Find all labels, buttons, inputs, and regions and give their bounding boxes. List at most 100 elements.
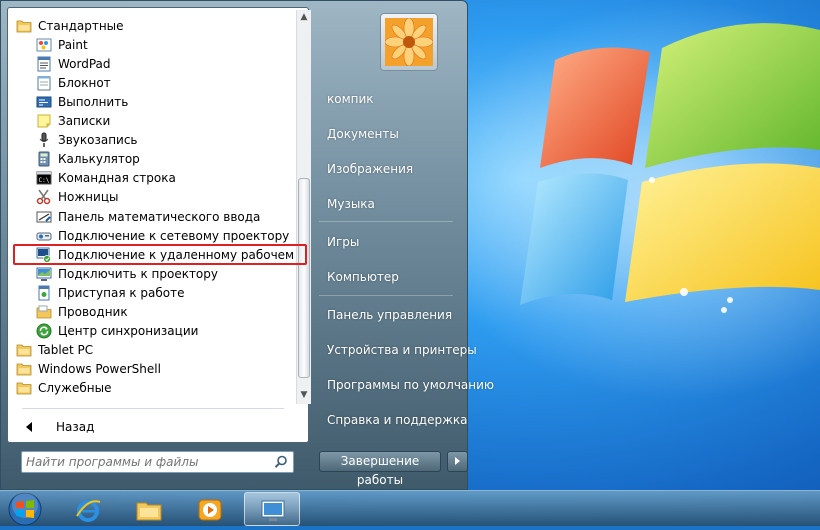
- program-item[interactable]: Панель математического ввода: [12, 208, 294, 227]
- right-panel-item[interactable]: Компьютер: [327, 270, 399, 284]
- run-icon: [36, 94, 52, 110]
- sync-center-icon: [36, 323, 52, 339]
- program-item-label: Подключение к сетевому проектору: [58, 228, 290, 243]
- scroll-down-arrow-icon[interactable]: ▼: [299, 390, 309, 400]
- program-item[interactable]: WordPad: [12, 55, 294, 74]
- right-panel-separator: [319, 221, 453, 222]
- taskbar-explorer[interactable]: [121, 492, 177, 526]
- shutdown-button[interactable]: Завершение работы: [319, 451, 441, 487]
- program-item-label: Windows PowerShell: [38, 361, 161, 376]
- program-item-label: Звукозапись: [58, 133, 138, 148]
- chevron-right-icon: [455, 457, 460, 465]
- program-item-label: Служебные: [38, 380, 112, 395]
- explorer-icon: [36, 304, 52, 320]
- program-item[interactable]: Блокнот: [12, 74, 294, 93]
- windows-logo-icon: [8, 492, 42, 526]
- back-label: Назад: [56, 420, 95, 434]
- program-item[interactable]: Ножницы: [12, 188, 294, 207]
- folder-icon: [16, 361, 32, 377]
- right-panel-item[interactable]: Документы: [327, 127, 399, 141]
- program-item-label: Командная строка: [58, 171, 176, 186]
- program-item-label: Записки: [58, 114, 111, 129]
- program-item[interactable]: Служебные: [12, 379, 294, 398]
- right-panel-item[interactable]: Программы по умолчанию: [327, 378, 494, 392]
- search-box[interactable]: [21, 451, 294, 473]
- program-item-label: Выполнить: [58, 95, 129, 110]
- search-icon[interactable]: [274, 455, 288, 469]
- folder-icon: [16, 342, 32, 358]
- program-item-label: Проводник: [58, 304, 128, 319]
- back-button[interactable]: Назад: [18, 416, 218, 438]
- program-item[interactable]: Tablet PC: [12, 341, 294, 360]
- program-item[interactable]: Выполнить: [12, 93, 294, 112]
- taskbar-remote-desktop[interactable]: [244, 492, 300, 526]
- right-panel-item[interactable]: Панель управления: [327, 308, 452, 322]
- taskbar: [0, 490, 820, 526]
- program-item-label: Подключить к проектору: [58, 266, 218, 281]
- right-panel-item[interactable]: Игры: [327, 235, 359, 249]
- network-projector-icon: [36, 228, 52, 244]
- taskbar-internet-explorer[interactable]: [60, 492, 116, 526]
- sticky-notes-icon: [36, 113, 52, 129]
- getting-started-icon: [36, 285, 52, 301]
- scissors-icon: [36, 189, 52, 205]
- program-item[interactable]: Подключение к сетевому проектору: [12, 227, 294, 246]
- user-name-link[interactable]: компик: [327, 92, 374, 106]
- taskbar-media-player[interactable]: [182, 492, 238, 526]
- projector-icon: [36, 266, 52, 282]
- wordpad-icon: [36, 56, 52, 72]
- program-item[interactable]: C:\ Командная строка: [12, 169, 294, 188]
- paint-icon: [36, 37, 52, 53]
- scrollbar[interactable]: ▲ ▼: [296, 10, 311, 404]
- program-item[interactable]: Приступая к работе: [12, 284, 294, 303]
- math-input-icon: [36, 209, 52, 225]
- program-item-label: Paint: [58, 38, 88, 53]
- scrollbar-thumb[interactable]: [298, 178, 310, 378]
- program-item[interactable]: Записки: [12, 112, 294, 131]
- program-item[interactable]: Звукозапись: [12, 131, 294, 150]
- separator: [22, 408, 284, 409]
- program-item-label: Калькулятор: [58, 152, 140, 167]
- program-item-label: WordPad: [58, 57, 111, 72]
- program-item[interactable]: Стандартные: [12, 17, 294, 36]
- programs-list: Стандартные Paint WordPad Блокнот Выполнить З…: [8, 8, 294, 404]
- flower-avatar-icon: [385, 18, 433, 66]
- microphone-icon: [36, 132, 52, 148]
- right-panel-item[interactable]: Устройства и принтеры: [327, 343, 477, 357]
- program-item[interactable]: Подключить к проектору: [12, 265, 294, 284]
- command-prompt-icon: C:\: [36, 170, 52, 186]
- start-menu: Стандартные Paint WordPad Блокнот Выполнить З…: [0, 0, 494, 490]
- back-arrow-icon: [26, 422, 32, 432]
- program-item-label: Стандартные: [38, 19, 124, 33]
- program-item[interactable]: Paint: [12, 36, 294, 55]
- shutdown-options-button[interactable]: [447, 451, 468, 472]
- search-input[interactable]: [26, 454, 266, 470]
- folder-icon: [16, 380, 32, 396]
- right-panel-item[interactable]: Музыка: [327, 197, 375, 211]
- right-panel-separator: [319, 295, 453, 296]
- program-item[interactable]: Windows PowerShell: [12, 360, 294, 379]
- program-item-label: Панель математического ввода: [58, 209, 261, 224]
- program-item-label: Центр синхронизации: [58, 323, 199, 338]
- program-item[interactable]: Центр синхронизации: [12, 322, 294, 341]
- programs-panel: Стандартные Paint WordPad Блокнот Выполнить З…: [7, 7, 311, 443]
- right-panel-item[interactable]: Изображения: [327, 162, 413, 176]
- start-button[interactable]: [4, 491, 46, 527]
- program-item-label: Блокнот: [58, 76, 111, 91]
- program-item[interactable]: Проводник: [12, 303, 294, 322]
- program-item[interactable]: Калькулятор: [12, 150, 294, 169]
- program-item-label: Ножницы: [58, 190, 119, 205]
- program-item-label: Tablet PC: [38, 342, 94, 357]
- internet-explorer-icon: [76, 500, 101, 522]
- folder-icon: [136, 502, 162, 521]
- calculator-icon: [36, 151, 52, 167]
- media-player-icon: [198, 499, 222, 521]
- remote-desktop-icon: [261, 500, 285, 521]
- program-item-label: Приступая к работе: [58, 285, 185, 300]
- scroll-up-arrow-icon[interactable]: ▲: [299, 12, 309, 22]
- notepad-icon: [36, 75, 52, 91]
- user-picture[interactable]: [380, 13, 438, 71]
- right-panel-item[interactable]: Справка и поддержка: [327, 413, 468, 427]
- svg-text:C:\: C:\: [39, 177, 50, 184]
- selection-highlight-box: [13, 244, 307, 265]
